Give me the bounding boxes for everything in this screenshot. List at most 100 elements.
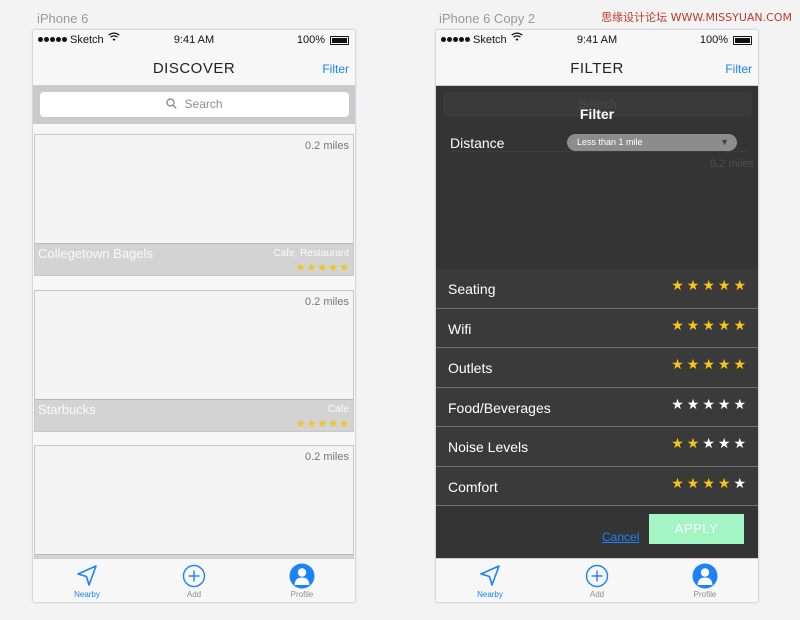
tab-add[interactable]: Add [567, 563, 627, 599]
user-silhouette-icon [675, 563, 735, 589]
place-card[interactable]: 0.2 miles Collegetown Bagels Cafe, Resta… [34, 134, 354, 276]
artboard-title-left: iPhone 6 [37, 11, 89, 26]
criterion-star-rating[interactable]: ★ ★ ★ ★ ★ [671, 437, 746, 451]
star-filled-icon: ★ [295, 417, 306, 430]
battery-percent: 100% [699, 34, 728, 46]
plus-circle-icon [164, 563, 224, 589]
star-filled-icon[interactable]: ★ [671, 437, 684, 451]
battery-percent: 100% [296, 34, 325, 46]
card-footer: Collegetown Bagels Cafe, Restaurant ★ ★ ★ ★… [35, 243, 353, 275]
star-filled-icon[interactable]: ★ [733, 319, 746, 333]
artboard-title-right: iPhone 6 Copy 2 [439, 11, 536, 26]
search-input[interactable]: Search [40, 92, 349, 117]
criterion-star-rating[interactable]: ★ ★ ★ ★ ★ [671, 319, 746, 333]
divider [436, 505, 758, 506]
tab-bar: Nearby Add Profile [436, 558, 758, 602]
criterion-label: Comfort [448, 478, 498, 495]
star-filled-icon[interactable]: ★ [718, 319, 731, 333]
tab-profile[interactable]: Profile [675, 563, 735, 599]
criterion-star-rating[interactable]: ★ ★ ★ ★ ★ [671, 358, 746, 372]
plus-circle-icon [567, 563, 627, 589]
distance-label: Distance [450, 135, 505, 151]
tab-label: Profile [693, 590, 717, 599]
status-bar: Sketch 9:41 AM 100% [33, 30, 355, 50]
card-distance: 0.2 miles [304, 296, 349, 308]
criteria-list: Seating ★ ★ ★ ★ ★ Wifi ★ ★ ★ ★ ★ Outlets ★ ★ ★ ★ ★ F… [436, 268, 758, 506]
tab-label: Profile [290, 590, 314, 599]
star-empty-icon[interactable]: ★ [687, 398, 700, 412]
star-filled-icon[interactable]: ★ [702, 358, 715, 372]
tab-bar: Nearby Add Profile [33, 558, 355, 602]
star-empty-icon[interactable]: ★ [718, 437, 731, 451]
card-rating: ★ ★ ★ ★ ★ [296, 262, 349, 273]
star-filled-icon: ★ [328, 261, 339, 274]
criterion-label: Wifi [448, 320, 472, 337]
star-filled-icon[interactable]: ★ [718, 477, 731, 491]
criterion-row: Food/Beverages ★ ★ ★ ★ ★ [436, 386, 758, 426]
card-rating: ★ ★ ★ ★ ★ [296, 418, 349, 429]
star-filled-icon: ★ [306, 417, 317, 430]
star-filled-icon: ★ [295, 261, 306, 274]
star-filled-icon[interactable]: ★ [671, 477, 684, 491]
criterion-star-rating[interactable]: ★ ★ ★ ★ ★ [671, 398, 746, 412]
divider [450, 151, 746, 152]
dropdown-caret-icon: ▼ [720, 137, 729, 147]
star-filled-icon[interactable]: ★ [687, 279, 700, 293]
star-filled-icon[interactable]: ★ [718, 358, 731, 372]
card-distance: 0.2 miles [304, 140, 349, 152]
card-name: Collegetown Bagels [38, 246, 153, 261]
card-category: Cafe, Restaurant [273, 248, 349, 259]
discover-phone: Sketch 9:41 AM 100% DISCOVER Filter Sear… [33, 30, 355, 602]
star-empty-icon[interactable]: ★ [733, 398, 746, 412]
star-empty-icon[interactable]: ★ [718, 398, 731, 412]
star-filled-icon[interactable]: ★ [718, 279, 731, 293]
star-filled-icon[interactable]: ★ [702, 477, 715, 491]
page-title: FILTER [570, 60, 624, 77]
distance-selected-value: Less than 1 mile [577, 137, 643, 147]
tab-nearby[interactable]: Nearby [460, 563, 520, 599]
apply-button[interactable]: APPLY [649, 514, 744, 544]
filter-overlay: Search 0.2 miles Filter Distance Less th… [436, 86, 758, 558]
star-filled-icon[interactable]: ★ [687, 358, 700, 372]
card-category: Cafe [327, 404, 349, 415]
star-filled-icon[interactable]: ★ [733, 279, 746, 293]
tab-nearby[interactable]: Nearby [57, 563, 117, 599]
star-empty-icon[interactable]: ★ [671, 398, 684, 412]
star-empty-icon[interactable]: ★ [702, 437, 715, 451]
page-title: DISCOVER [152, 60, 236, 77]
card-footer: Starbucks Cafe ★ ★ ★ ★ ★ [35, 399, 353, 431]
criterion-star-rating[interactable]: ★ ★ ★ ★ ★ [671, 477, 746, 491]
star-filled-icon[interactable]: ★ [687, 437, 700, 451]
star-filled-icon: ★ [306, 261, 317, 274]
star-empty-icon[interactable]: ★ [733, 437, 746, 451]
star-filled-icon[interactable]: ★ [702, 319, 715, 333]
star-filled-icon: ★ [339, 417, 349, 430]
star-empty-icon[interactable]: ★ [733, 477, 746, 491]
search-icon [166, 98, 180, 111]
tab-label: Add [186, 590, 202, 599]
place-card[interactable]: 0.2 miles Starbucks Cafe ★ ★ ★ ★ ★ [34, 290, 354, 432]
star-filled-icon[interactable]: ★ [671, 319, 684, 333]
star-filled-icon[interactable]: ★ [671, 358, 684, 372]
star-filled-icon[interactable]: ★ [671, 279, 684, 293]
star-filled-icon[interactable]: ★ [687, 319, 700, 333]
tab-profile[interactable]: Profile [272, 563, 332, 599]
star-filled-icon[interactable]: ★ [733, 358, 746, 372]
star-filled-icon[interactable]: ★ [687, 477, 700, 491]
watermark: 思缘设计论坛 WWW.MISSYUAN.COM [601, 11, 792, 24]
star-filled-icon[interactable]: ★ [702, 279, 715, 293]
cancel-button[interactable]: Cancel [602, 530, 639, 544]
distance-select[interactable]: Less than 1 mile ▼ [567, 134, 737, 151]
star-empty-icon[interactable]: ★ [702, 398, 715, 412]
battery-icon [733, 36, 752, 45]
location-arrow-icon [57, 563, 117, 589]
nav-bar: FILTER Filter [436, 50, 758, 86]
criterion-star-rating[interactable]: ★ ★ ★ ★ ★ [671, 279, 746, 293]
tab-add[interactable]: Add [164, 563, 224, 599]
criterion-row: Outlets ★ ★ ★ ★ ★ [436, 347, 758, 387]
filter-button[interactable]: Filter [725, 62, 752, 76]
star-filled-icon: ★ [339, 261, 349, 274]
card-name: Starbucks [38, 402, 96, 417]
filter-heading: Filter [579, 106, 615, 122]
filter-button[interactable]: Filter [322, 62, 349, 76]
